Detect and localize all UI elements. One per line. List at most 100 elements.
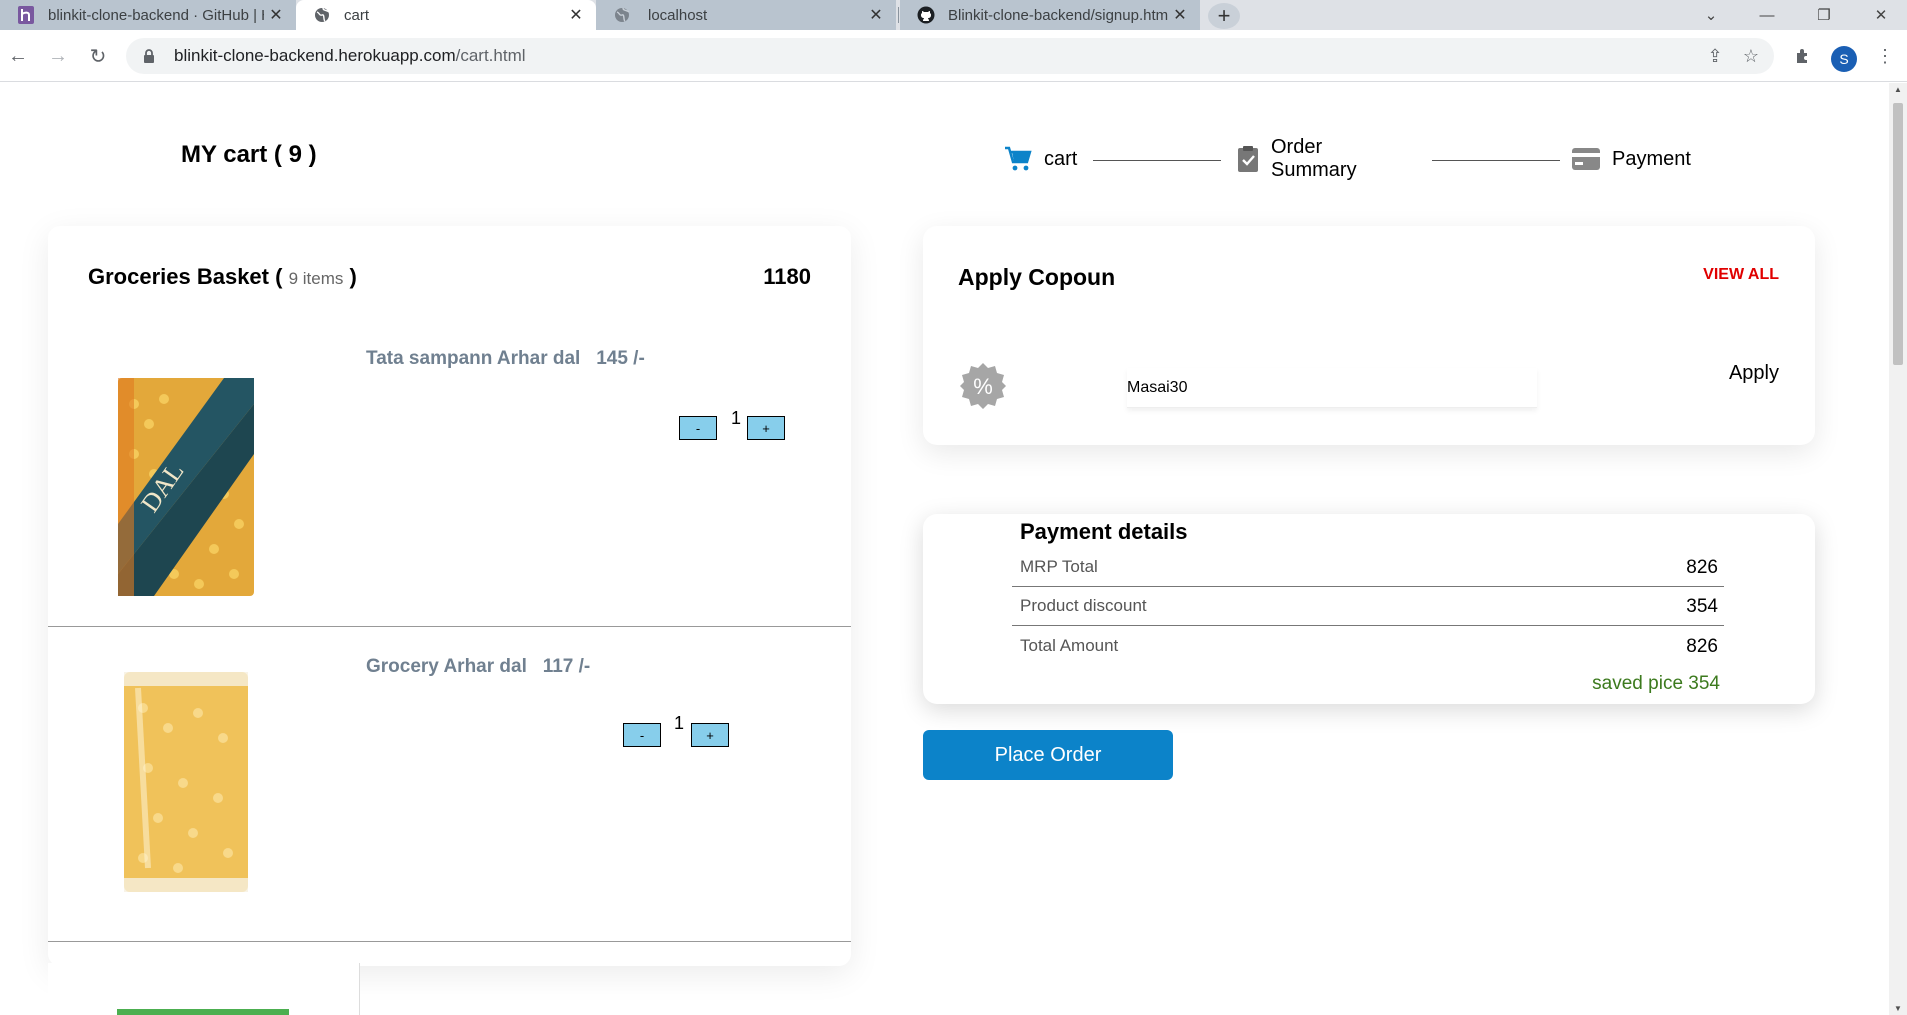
tab-signup[interactable]: Blinkit-clone-backend/signup.htm ✕ <box>900 0 1200 30</box>
scroll-down-arrow-icon[interactable]: ▼ <box>1889 1004 1907 1013</box>
coupon-code-input[interactable] <box>1127 368 1537 408</box>
payment-row-total: Total Amount 826 <box>1012 636 1724 676</box>
address-bar[interactable]: blinkit-clone-backend.herokuapp.com/cart… <box>126 38 1774 74</box>
close-window-icon[interactable]: ✕ <box>1857 0 1905 30</box>
github-icon <box>917 6 935 24</box>
basket-total: 1180 <box>763 264 811 289</box>
step-label: Payment <box>1612 147 1691 170</box>
share-icon[interactable]: ⇪ <box>1699 38 1731 74</box>
payment-label: Total Amount <box>1020 636 1119 655</box>
close-tab-icon[interactable]: ✕ <box>264 5 288 25</box>
payment-divider <box>1012 586 1724 587</box>
lock-icon[interactable] <box>142 49 156 63</box>
restore-icon[interactable]: ❐ <box>1800 0 1848 30</box>
tata-dal-product-image: DAL <box>114 374 258 600</box>
payment-row-mrp: MRP Total 826 <box>1012 557 1724 597</box>
menu-dots-icon[interactable]: ⋮ <box>1871 42 1899 70</box>
product-name: Grocery Arhar dal 117 /- <box>366 656 590 678</box>
close-tab-icon[interactable]: ✕ <box>1168 5 1192 25</box>
step-connector <box>1432 160 1560 161</box>
payment-details-card: Payment details MRP Total 826 Product di… <box>923 514 1815 704</box>
browser-toolbar: ← → ↻ blinkit-clone-backend.herokuapp.co… <box>0 30 1907 82</box>
payment-label: Product discount <box>1020 596 1147 615</box>
tab-search-icon[interactable]: ⌄ <box>1687 0 1735 30</box>
tab-title: localhost <box>648 6 708 24</box>
item-divider <box>48 941 851 942</box>
credit-card-icon <box>1572 148 1600 170</box>
url-text: blinkit-clone-backend.herokuapp.com/cart… <box>174 46 526 66</box>
tab-title: blinkit-clone-backend · GitHub | H <box>48 6 264 24</box>
tab-separator <box>898 7 899 23</box>
quantity-value: 1 <box>731 408 742 428</box>
payment-value: 354 <box>1686 596 1718 617</box>
step-cart: cart <box>1004 139 1077 179</box>
reload-icon[interactable]: ↻ <box>84 42 112 70</box>
page-title: MY cart ( 9 ) <box>181 141 317 168</box>
product-title: Grocery Arhar dal <box>366 656 527 677</box>
step-connector <box>1093 160 1221 161</box>
forward-icon[interactable]: → <box>44 42 72 70</box>
tab-strip: blinkit-clone-backend · GitHub | H ✕ car… <box>0 0 1907 30</box>
payment-row-discount: Product discount 354 <box>1012 596 1724 636</box>
grocery-dal-product-image <box>118 668 254 896</box>
payment-value: 826 <box>1686 557 1718 578</box>
view-all-link[interactable]: VIEW ALL <box>1703 266 1779 284</box>
close-tab-icon[interactable]: ✕ <box>864 5 888 25</box>
increase-qty-button[interactable]: + <box>691 723 729 747</box>
tab-cart[interactable]: cart ✕ <box>296 0 596 30</box>
decrease-qty-button[interactable]: - <box>623 723 661 747</box>
apply-coupon-button[interactable]: Apply <box>1729 362 1779 385</box>
payment-details-title: Payment details <box>1020 519 1188 544</box>
extensions-icon[interactable] <box>1789 42 1817 70</box>
basket-title: Groceries Basket ( <box>88 264 283 289</box>
cart-page: MY cart ( 9 ) cart Order Summary Payment… <box>0 83 1889 1015</box>
groceries-basket-card: Groceries Basket ( 9 items ) 1180 DAL Ta… <box>48 226 851 966</box>
discount-badge-icon: % <box>959 362 1007 410</box>
bookmark-star-icon[interactable]: ☆ <box>1735 38 1767 74</box>
back-icon[interactable]: ← <box>4 42 32 70</box>
url-host: blinkit-clone-backend.herokuapp.com <box>174 46 456 65</box>
decrease-qty-button[interactable]: - <box>679 416 717 440</box>
quantity-value: 1 <box>674 713 685 733</box>
globe-icon <box>613 6 631 24</box>
step-label: cart <box>1044 147 1078 170</box>
cart-item-partial <box>48 963 360 1015</box>
product-name: Tata sampann Arhar dal 145 /- <box>366 348 645 370</box>
payment-value: 826 <box>1686 636 1718 657</box>
profile-avatar[interactable]: S <box>1831 46 1857 72</box>
tab-localhost[interactable]: localhost ✕ <box>596 0 896 30</box>
clipboard-check-icon <box>1237 145 1259 173</box>
cart-item: DAL Tata sampann Arhar dal 145 /- - 1 + <box>48 306 851 621</box>
basket-heading: Groceries Basket ( 9 items ) <box>88 264 357 290</box>
scroll-thumb[interactable] <box>1893 103 1903 365</box>
product-price: 145 /- <box>596 348 645 369</box>
product-image-partial <box>117 1009 289 1015</box>
tab-github-heroku[interactable]: blinkit-clone-backend · GitHub | H ✕ <box>0 0 296 30</box>
url-path: /cart.html <box>455 46 526 65</box>
increase-qty-button[interactable]: + <box>747 416 785 440</box>
saved-amount: saved pice 354 <box>1592 673 1720 694</box>
step-order-summary: Order Summary <box>1237 136 1357 181</box>
new-tab-button[interactable]: + <box>1208 3 1240 29</box>
cart-item: Grocery Arhar dal 117 /- - 1 + <box>48 626 851 941</box>
page-scrollbar[interactable]: ▲ ▼ <box>1889 83 1907 1015</box>
cart-icon <box>1004 146 1032 172</box>
payment-label: MRP Total <box>1020 557 1098 576</box>
svg-text:%: % <box>973 374 993 399</box>
basket-item-count: 9 items <box>288 269 344 288</box>
minimize-icon[interactable]: — <box>1743 0 1791 30</box>
tab-title: cart <box>344 6 370 24</box>
tab-title: Blinkit-clone-backend/signup.htm <box>948 6 1168 24</box>
coupon-card: Apply Copoun VIEW ALL % Apply <box>923 226 1815 445</box>
basket-title-close: ) <box>349 264 357 289</box>
scroll-up-arrow-icon[interactable]: ▲ <box>1889 85 1907 94</box>
close-tab-icon[interactable]: ✕ <box>564 5 588 25</box>
step-payment: Payment <box>1572 139 1691 179</box>
product-price: 117 /- <box>542 656 591 677</box>
globe-icon <box>313 6 331 24</box>
heroku-icon <box>17 6 35 24</box>
place-order-button[interactable]: Place Order <box>923 730 1173 780</box>
payment-divider <box>1012 625 1724 626</box>
step-label: Order Summary <box>1271 136 1357 181</box>
coupon-title: Apply Copoun <box>958 264 1116 290</box>
